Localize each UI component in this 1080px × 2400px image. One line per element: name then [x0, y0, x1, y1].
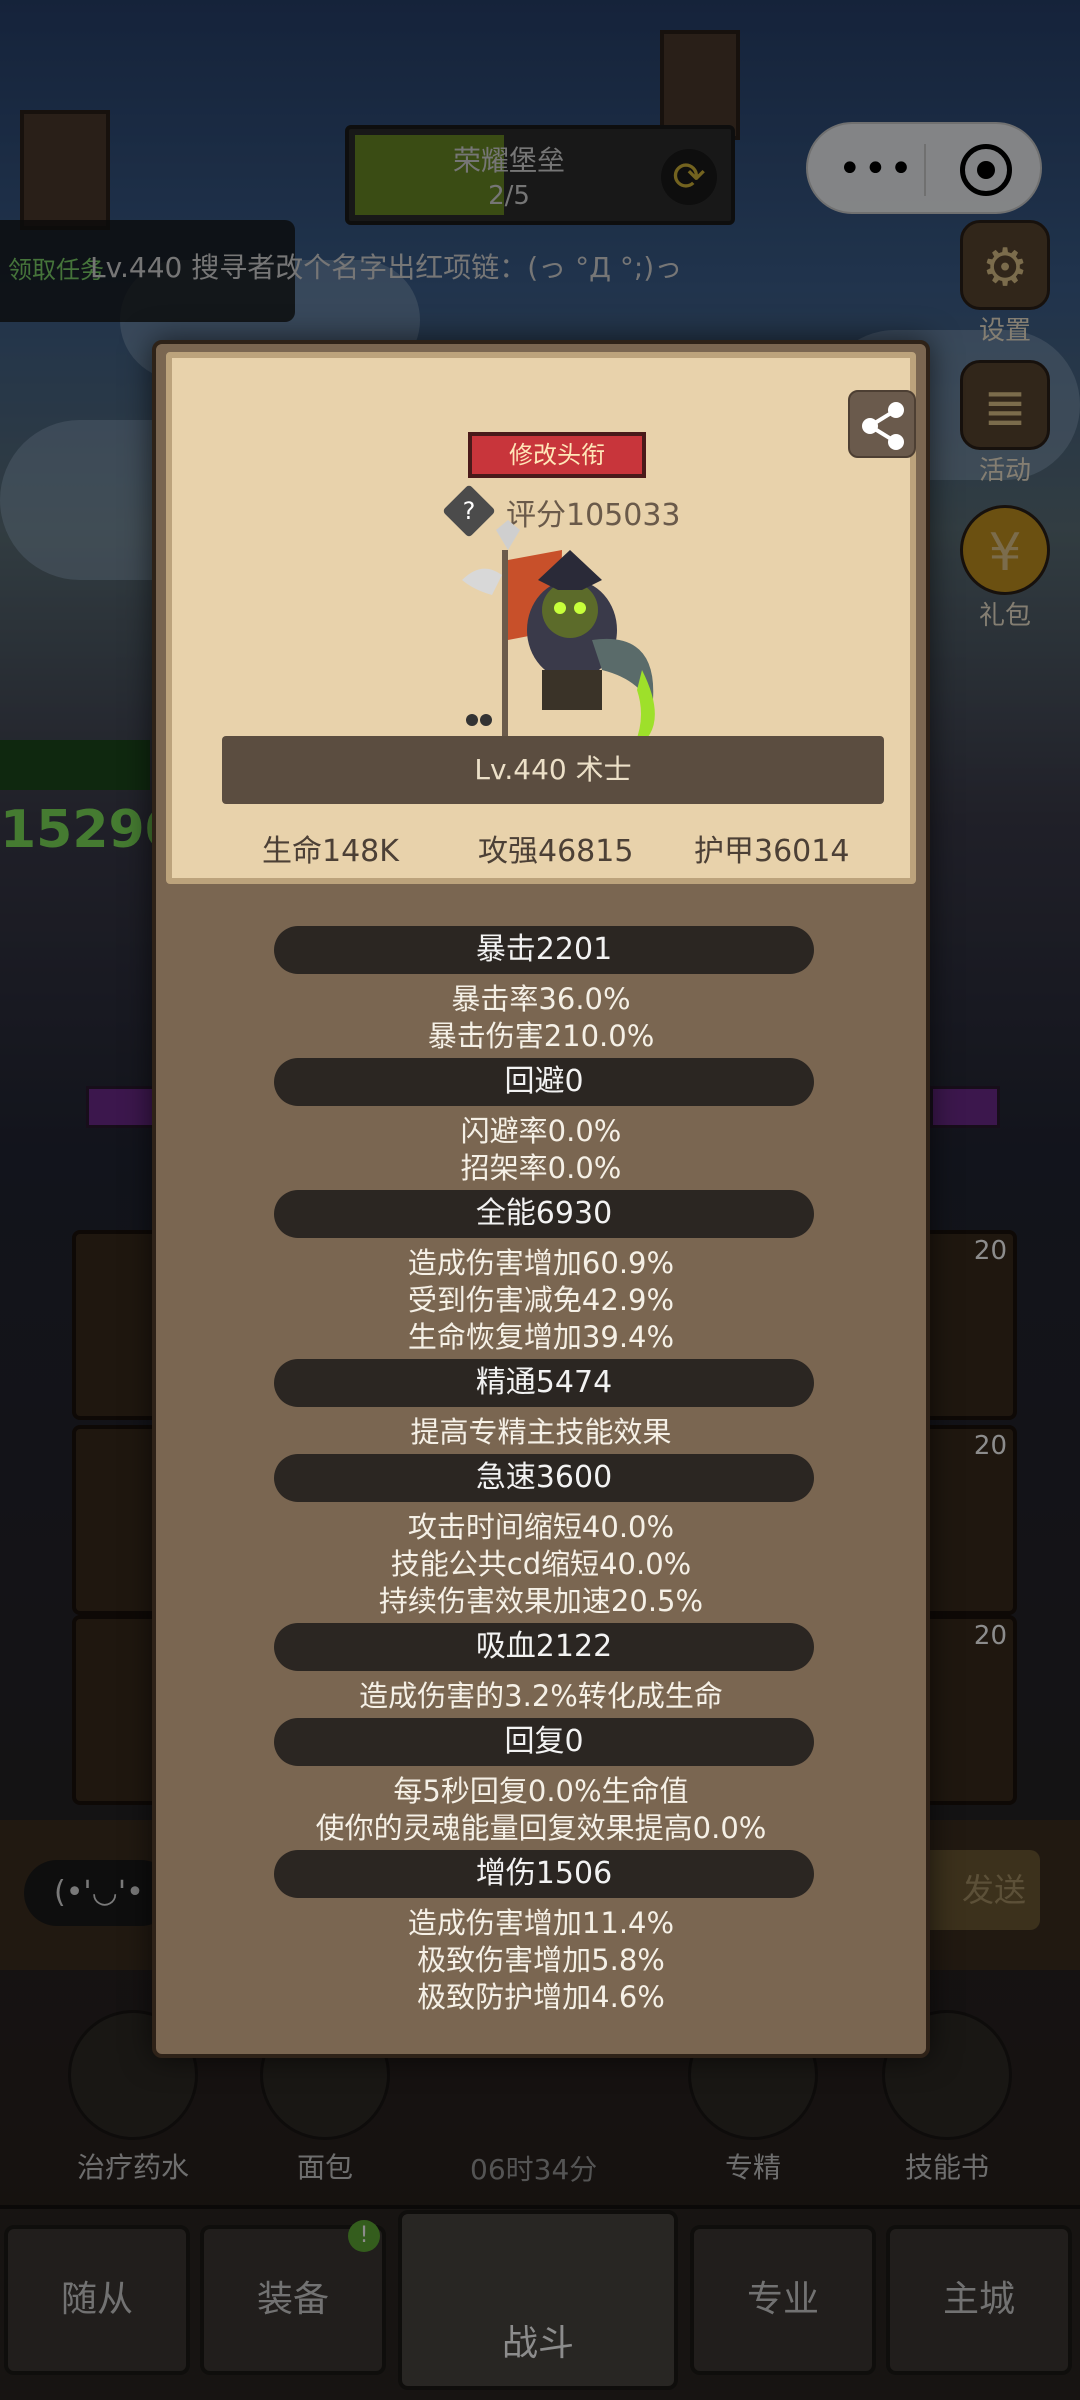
stat-detail-line: 极致伤害增加5.8%: [417, 1943, 665, 1977]
stat-detail-line: 造成伤害增加11.4%: [407, 1906, 675, 1940]
stat-detail-line: 受到伤害减免42.9%: [407, 1283, 675, 1317]
stat-detail-line: 极致防护增加4.6%: [417, 1980, 665, 2014]
stat-section-header: 全能6930: [274, 1190, 814, 1238]
attack-power-stat: 攻强46815: [478, 834, 634, 869]
stat-detail-line: 招架率0.0%: [460, 1151, 622, 1185]
stat-section-header: 精通5474: [274, 1359, 814, 1407]
share-icon: [862, 402, 904, 450]
stats-panel: 修改头衔 ? 评分105033 Lv.440 术士 生命148K 攻强46815…: [152, 340, 930, 2058]
edit-title-button[interactable]: 修改头衔: [468, 432, 646, 478]
stat-detail-line: 暴击伤害210.0%: [427, 1019, 655, 1053]
stat-section-header: 增伤1506: [274, 1850, 814, 1898]
stat-detail-line: 造成伤害的3.2%转化成生命: [359, 1679, 723, 1713]
stat-section-header: 急速3600: [274, 1454, 814, 1502]
stat-detail-line: 技能公共cd缩短40.0%: [390, 1547, 692, 1581]
stat-detail-line: 生命恢复增加39.4%: [407, 1320, 675, 1354]
stat-detail-line: 闪避率0.0%: [460, 1114, 622, 1148]
stat-section-header: 回避0: [274, 1058, 814, 1106]
stat-detail-line: 造成伤害增加60.9%: [407, 1246, 675, 1280]
level-class-bar: Lv.440 术士: [222, 736, 884, 804]
stat-detail-line: 使你的灵魂能量回复效果提高0.0%: [315, 1811, 767, 1845]
stat-section-header: 回复0: [274, 1718, 814, 1766]
stat-detail-line: 暴击率36.0%: [451, 982, 631, 1016]
share-button[interactable]: [848, 390, 916, 458]
stat-detail-line: 提高专精主技能效果: [410, 1415, 672, 1449]
stat-section-header: 吸血2122: [274, 1623, 814, 1671]
hp-stat: 生命148K: [262, 834, 399, 869]
stat-detail-line: 攻击时间缩短40.0%: [407, 1510, 675, 1544]
stat-detail-line: 持续伤害效果加速20.5%: [378, 1584, 704, 1618]
warlock-character-icon: [462, 520, 655, 750]
hero-card: 修改头衔 ? 评分105033 Lv.440 术士 生命148K 攻强46815…: [166, 352, 916, 884]
stat-section-header: 暴击2201: [274, 926, 814, 974]
armor-stat: 护甲36014: [694, 834, 850, 869]
stat-detail-line: 每5秒回复0.0%生命值: [393, 1774, 689, 1808]
